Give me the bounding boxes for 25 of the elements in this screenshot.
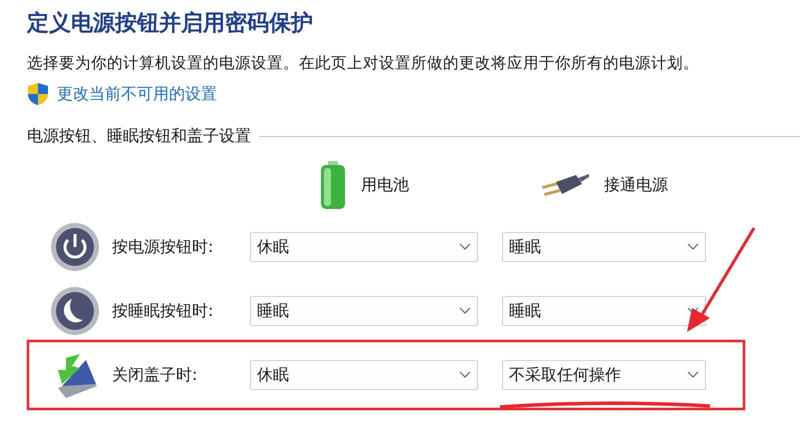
row-label: 按电源按钮时:: [112, 236, 214, 258]
settings-link[interactable]: 更改当前不可用的设置: [57, 84, 217, 104]
page-title: 定义电源按钮并启用密码保护: [27, 10, 313, 38]
description: 选择要为你的计算机设置的电源设置。在此页上对设置所做的更改将应用于你所有的电源计划。: [27, 53, 699, 74]
chevron-icon: [459, 371, 471, 379]
chevron-icon: [687, 243, 699, 251]
column-heading: 接通电源: [604, 174, 668, 196]
chevron-icon: [459, 307, 471, 315]
dropdown[interactable]: 不采取任何操作: [502, 360, 706, 390]
dropdown[interactable]: 休眠: [250, 360, 478, 390]
section-heading: 电源按钮、睡眠按钮和盖子设置: [27, 126, 251, 147]
row-label: 关闭盖子时:: [112, 364, 198, 386]
chevron-icon: [687, 371, 699, 379]
battery-icon: [319, 160, 347, 210]
plug-icon: [540, 172, 590, 198]
dropdown[interactable]: 睡眠: [250, 296, 478, 326]
row-label: 按睡眠按钮时:: [112, 300, 214, 322]
dropdown[interactable]: 睡眠: [502, 232, 706, 262]
shield-icon: [27, 82, 49, 106]
power-icon: [50, 222, 100, 272]
dropdown[interactable]: 睡眠: [502, 296, 706, 326]
chevron-icon: [459, 243, 471, 251]
column-heading: 用电池: [361, 174, 409, 196]
dropdown[interactable]: 休眠: [250, 232, 478, 262]
moon-icon: [50, 286, 100, 336]
